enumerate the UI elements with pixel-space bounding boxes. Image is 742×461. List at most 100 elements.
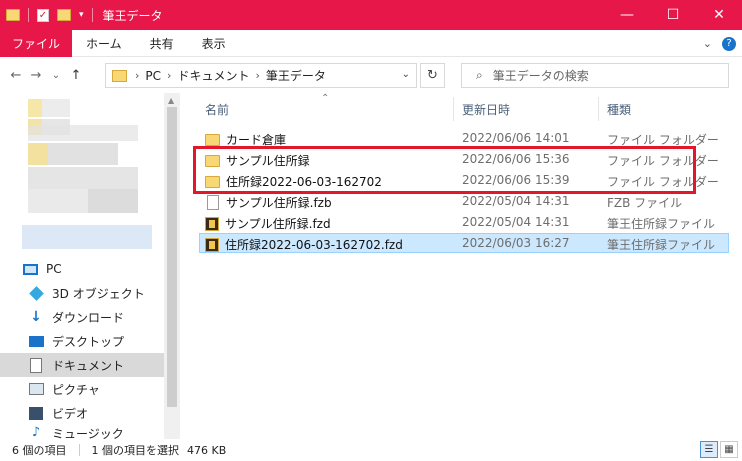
breadcrumb-pc[interactable]: PC [145, 69, 161, 83]
divider[interactable] [453, 97, 454, 121]
sidebar-item-label: ダウンロード [52, 310, 125, 325]
selection-size: 476 KB [187, 443, 227, 457]
search-placeholder: 筆王データの検索 [492, 69, 589, 83]
column-type[interactable]: 種類 [607, 101, 631, 118]
minimize-button[interactable]: — [604, 0, 650, 30]
address-row: ← → ⌄ ↑ › PC › ドキュメント › 筆王データ ⌄ ↻ ⌕ 筆王デー… [0, 57, 742, 93]
sidebar-item-music[interactable]: ♪ ミュージック [0, 425, 164, 439]
forward-arrow-icon[interactable]: → [26, 68, 46, 83]
fzd-file-icon [205, 216, 219, 231]
sidebar-item-label: 3D オブジェクト [52, 286, 145, 301]
sidebar-item-documents[interactable]: ドキュメント [0, 353, 164, 377]
large-icons-view-button[interactable]: ▦ [720, 441, 738, 458]
file-name: サンプル住所録.fzb [226, 196, 332, 210]
tab-share[interactable]: 共有 [136, 30, 188, 57]
tab-file[interactable]: ファイル [0, 29, 73, 57]
up-arrow-icon[interactable]: ↑ [66, 68, 86, 83]
tab-home[interactable]: ホーム [72, 30, 136, 57]
sidebar-item-label: ビデオ [52, 406, 89, 421]
file-type: 筆王住所録ファイル [607, 217, 716, 231]
sidebar-item-downloads[interactable]: ↓ ダウンロード [0, 305, 164, 329]
desktop-icon [28, 335, 44, 347]
column-header: ⌃ 名前 更新日時 種類 サイ [183, 93, 742, 125]
breadcrumb-documents[interactable]: ドキュメント [177, 67, 249, 84]
file-name: サンプル住所録.fzd [225, 217, 331, 231]
sort-ascending-icon: ⌃ [321, 93, 330, 104]
file-type: 筆王住所録ファイル [607, 238, 716, 252]
divider[interactable] [598, 97, 599, 121]
table-row[interactable]: サンプル住所録.fzd 2022/05/04 14:31 筆王住所録ファイル [199, 212, 729, 232]
file-date: 2022/06/03 16:27 [462, 236, 570, 250]
blurred-area [42, 99, 70, 117]
folder-icon [6, 9, 20, 21]
chevron-right-icon[interactable]: › [135, 69, 139, 82]
sidebar-item-label: ピクチャ [52, 382, 100, 397]
details-view-icon: ☰ [704, 444, 714, 455]
ribbon-right-controls: ⌄ ? [703, 30, 736, 57]
customize-dropdown-icon[interactable]: ▾ [79, 10, 84, 20]
blurred-area [28, 189, 88, 213]
sidebar-item-label: ミュージック [52, 427, 124, 439]
close-button[interactable]: ✕ [696, 0, 742, 30]
documents-icon [30, 357, 42, 373]
selection-count: 1 個の項目を選択 [91, 444, 180, 457]
chevron-right-icon[interactable]: › [167, 69, 171, 82]
properties-icon[interactable]: ✓ [37, 8, 49, 22]
file-date: 2022/06/06 14:01 [462, 131, 570, 145]
quick-access-toolbar: ✓ ▾ [0, 8, 93, 22]
file-type: FZB ファイル [607, 196, 683, 210]
navigation-scrollbar[interactable]: ▲ [164, 93, 180, 439]
pictures-icon [28, 383, 44, 395]
search-input[interactable]: ⌕ 筆王データの検索 [461, 63, 729, 88]
blurred-area [28, 99, 42, 117]
download-icon: ↓ [30, 309, 42, 325]
item-count: 6 個の項目 [12, 444, 67, 457]
sidebar-item-videos[interactable]: ビデオ [0, 401, 164, 425]
new-folder-icon[interactable] [57, 9, 71, 21]
divider [91, 8, 93, 22]
file-list: ⌃ 名前 更新日時 種類 サイ カード倉庫 2022/06/06 14:01 フ… [183, 93, 742, 439]
blurred-area [28, 125, 138, 141]
navigation-pane: PC 3D オブジェクト ↓ ダウンロード デスクトップ ドキュメント ピクチャ… [0, 93, 180, 439]
table-row[interactable]: カード倉庫 2022/06/06 14:01 ファイル フォルダー [199, 128, 729, 148]
blurred-area [28, 167, 138, 189]
table-row[interactable]: サンプル住所録.fzb 2022/05/04 14:31 FZB ファイル [199, 191, 729, 211]
view-toggle: ☰ ▦ [700, 441, 738, 458]
status-bar: 6 個の項目 1 個の項目を選択 476 KB ☰ ▦ [0, 439, 742, 461]
refresh-icon: ↻ [427, 68, 438, 83]
window-title: 筆王データ [102, 8, 163, 23]
chevron-right-icon[interactable]: › [255, 69, 259, 82]
folder-icon [112, 69, 127, 82]
blurred-area [22, 225, 152, 249]
scroll-up-icon[interactable]: ▲ [168, 96, 174, 105]
breadcrumb-current[interactable]: 筆王データ [266, 67, 326, 84]
back-arrow-icon[interactable]: ← [6, 68, 26, 83]
blurred-area [88, 189, 138, 213]
maximize-button[interactable]: ☐ [650, 0, 696, 30]
fzd-file-icon [205, 237, 219, 252]
file-date: 2022/05/04 14:31 [462, 215, 570, 229]
highlight-annotation [193, 146, 696, 194]
expand-ribbon-icon[interactable]: ⌄ [703, 37, 712, 50]
address-bar[interactable]: › PC › ドキュメント › 筆王データ ⌄ [105, 63, 417, 88]
sidebar-item-pc[interactable]: PC [0, 257, 164, 281]
sidebar-item-3d-objects[interactable]: 3D オブジェクト [0, 281, 164, 305]
sidebar-item-desktop[interactable]: デスクトップ [0, 329, 164, 353]
blurred-area [28, 143, 48, 165]
music-icon: ♪ [31, 425, 41, 439]
large-icons-view-icon: ▦ [724, 444, 734, 455]
table-row-selected[interactable]: 住所録2022-06-03-162702.fzd 2022/06/03 16:2… [199, 233, 729, 253]
column-date-modified[interactable]: 更新日時 [462, 101, 510, 118]
chevron-down-icon[interactable]: ⌄ [402, 69, 410, 80]
videos-icon [29, 406, 43, 420]
help-icon[interactable]: ? [722, 36, 736, 51]
tab-view[interactable]: 表示 [188, 30, 240, 57]
column-name[interactable]: 名前 [205, 101, 229, 118]
refresh-button[interactable]: ↻ [420, 63, 445, 88]
scrollbar-thumb[interactable] [167, 107, 177, 407]
divider [78, 444, 80, 456]
details-view-button[interactable]: ☰ [700, 441, 718, 458]
file-date: 2022/05/04 14:31 [462, 194, 570, 208]
recent-locations-icon[interactable]: ⌄ [46, 70, 66, 81]
sidebar-item-pictures[interactable]: ピクチャ [0, 377, 164, 401]
